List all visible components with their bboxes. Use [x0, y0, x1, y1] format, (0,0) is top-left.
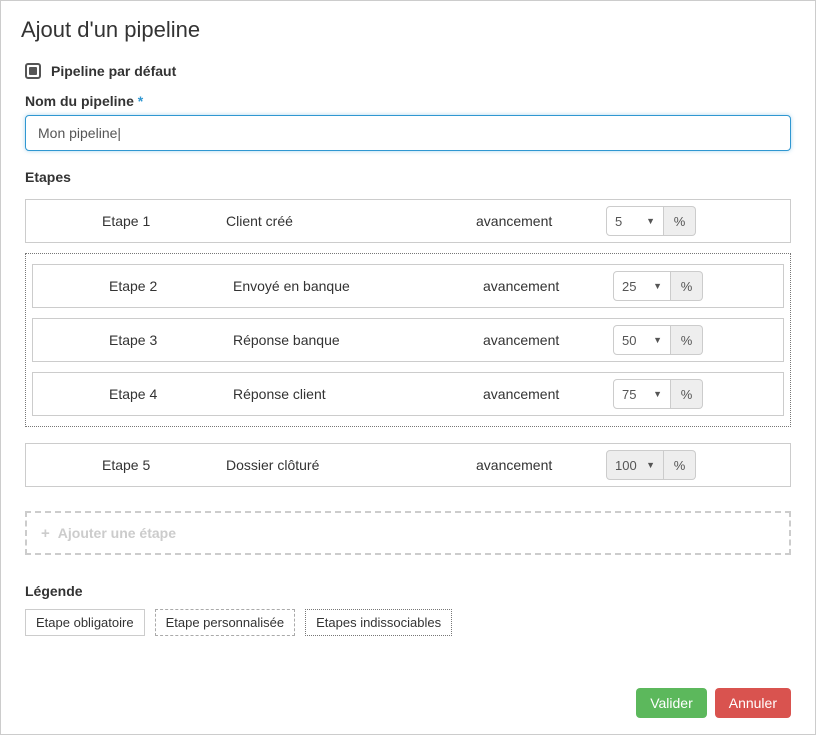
etape-name: Envoyé en banque	[233, 278, 483, 294]
avancement-value: 100	[615, 458, 637, 473]
avancement-value: 50	[622, 333, 636, 348]
legend-label: Légende	[25, 583, 791, 599]
avancement-select[interactable]: 50 ▼	[613, 325, 671, 355]
etape-name: Réponse banque	[233, 332, 483, 348]
etapes-indissociables-group: Etape 2 Envoyé en banque avancement 25 ▼…	[25, 253, 791, 427]
valider-button[interactable]: Valider	[636, 688, 707, 718]
add-pipeline-modal: Ajout d'un pipeline Pipeline par défaut …	[0, 0, 816, 735]
percent-addon: %	[671, 271, 703, 301]
avancement-value: 75	[622, 387, 636, 402]
pipeline-name-input[interactable]	[25, 115, 791, 151]
avancement-label: avancement	[483, 386, 613, 402]
avancement-select[interactable]: 5 ▼	[606, 206, 664, 236]
etape-row: Etape 5 Dossier clôturé avancement 100 ▼…	[25, 443, 791, 487]
etape-row: Etape 2 Envoyé en banque avancement 25 ▼…	[32, 264, 784, 308]
chevron-down-icon: ▼	[646, 460, 655, 470]
etape-row: Etape 1 Client créé avancement 5 ▼ %	[25, 199, 791, 243]
avancement-value: 5	[615, 214, 622, 229]
add-etape-button[interactable]: + Ajouter une étape	[25, 511, 791, 555]
percent-addon: %	[671, 379, 703, 409]
chevron-down-icon: ▼	[653, 281, 662, 291]
avancement-label: avancement	[476, 457, 606, 473]
percent-addon: %	[671, 325, 703, 355]
etape-number: Etape 1	[26, 213, 226, 229]
avancement-select[interactable]: 100 ▼	[606, 450, 664, 480]
avancement-select-wrap: 25 ▼ %	[613, 271, 703, 301]
default-pipeline-label: Pipeline par défaut	[51, 63, 176, 79]
modal-footer: Valider Annuler	[1, 676, 815, 734]
add-etape-label: Ajouter une étape	[58, 525, 176, 541]
legend-indissociables: Etapes indissociables	[305, 609, 452, 636]
avancement-label: avancement	[476, 213, 606, 229]
legend-row: Etape obligatoire Etape personnalisée Et…	[25, 609, 791, 636]
avancement-select-wrap: 5 ▼ %	[606, 206, 696, 236]
plus-icon: +	[41, 525, 50, 542]
avancement-select[interactable]: 25 ▼	[613, 271, 671, 301]
legend-personnalisee: Etape personnalisée	[155, 609, 296, 636]
avancement-value: 25	[622, 279, 636, 294]
default-pipeline-row: Pipeline par défaut	[25, 63, 791, 79]
checkbox-checked-icon	[29, 67, 37, 75]
percent-addon: %	[664, 450, 696, 480]
avancement-select-wrap: 75 ▼ %	[613, 379, 703, 409]
modal-body: Pipeline par défaut Nom du pipeline * Et…	[1, 53, 815, 676]
etape-name: Client créé	[226, 213, 476, 229]
etape-name: Réponse client	[233, 386, 483, 402]
etapes-section-label: Etapes	[25, 169, 791, 185]
etape-row: Etape 3 Réponse banque avancement 50 ▼ %	[32, 318, 784, 362]
percent-addon: %	[664, 206, 696, 236]
etape-number: Etape 4	[33, 386, 233, 402]
etape-number: Etape 5	[26, 457, 226, 473]
chevron-down-icon: ▼	[653, 335, 662, 345]
modal-header: Ajout d'un pipeline	[1, 1, 815, 53]
etape-number: Etape 3	[33, 332, 233, 348]
pipeline-name-label: Nom du pipeline *	[25, 93, 791, 109]
avancement-select-wrap: 50 ▼ %	[613, 325, 703, 355]
etape-number: Etape 2	[33, 278, 233, 294]
etape-row: Etape 4 Réponse client avancement 75 ▼ %	[32, 372, 784, 416]
chevron-down-icon: ▼	[653, 389, 662, 399]
avancement-select-wrap: 100 ▼ %	[606, 450, 696, 480]
required-marker: *	[138, 93, 143, 109]
chevron-down-icon: ▼	[646, 216, 655, 226]
etape-name: Dossier clôturé	[226, 457, 476, 473]
avancement-label: avancement	[483, 278, 613, 294]
modal-title: Ajout d'un pipeline	[21, 17, 795, 43]
legend-obligatoire: Etape obligatoire	[25, 609, 145, 636]
annuler-button[interactable]: Annuler	[715, 688, 791, 718]
avancement-select[interactable]: 75 ▼	[613, 379, 671, 409]
default-pipeline-checkbox[interactable]	[25, 63, 41, 79]
avancement-label: avancement	[483, 332, 613, 348]
